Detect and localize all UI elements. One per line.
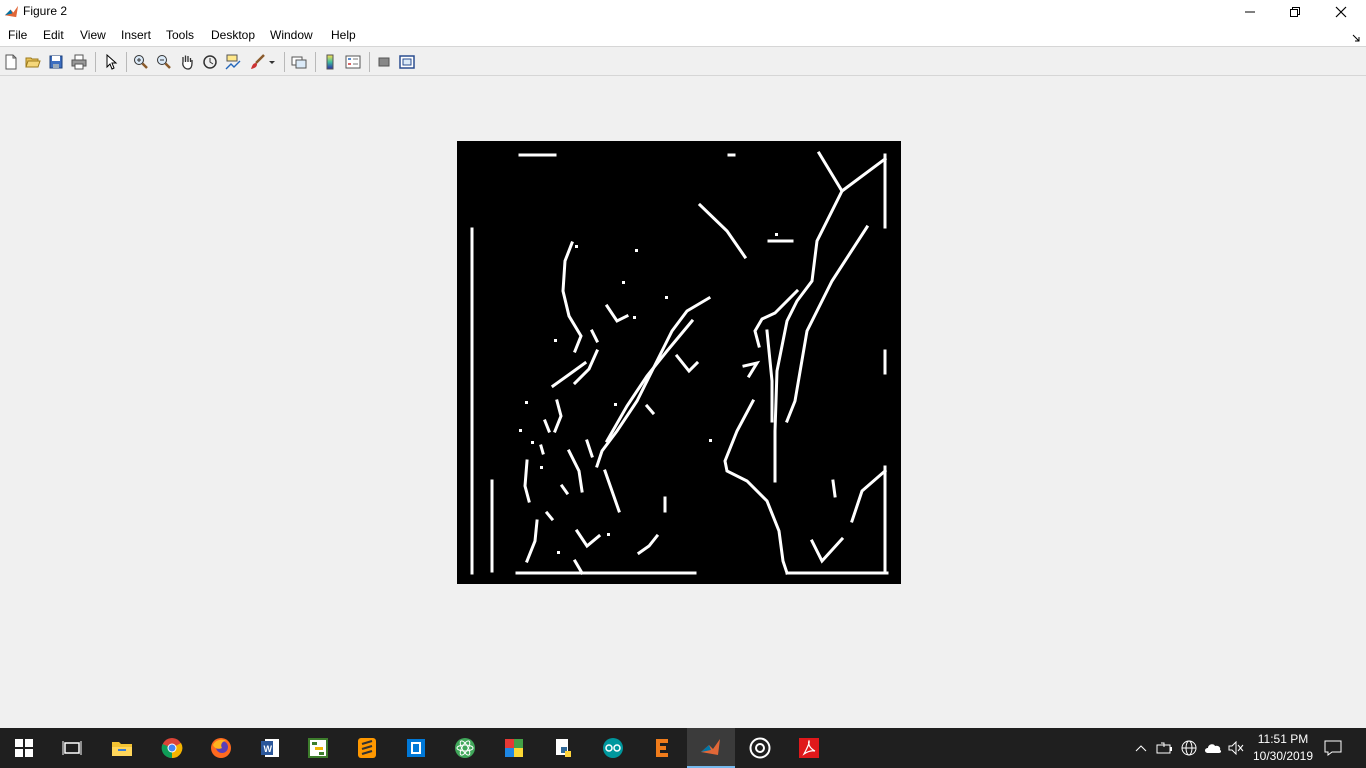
close-button[interactable] xyxy=(1318,0,1364,24)
obs-icon[interactable] xyxy=(736,728,784,768)
menu-tools[interactable]: Tools xyxy=(166,28,194,42)
firefox-icon[interactable] xyxy=(197,728,245,768)
minimize-button[interactable] xyxy=(1227,0,1273,24)
office-icon[interactable] xyxy=(490,728,538,768)
atom-icon[interactable] xyxy=(441,728,489,768)
restore-button[interactable] xyxy=(1272,0,1318,24)
notifications-icon[interactable] xyxy=(1323,738,1343,758)
menu-window[interactable]: Window xyxy=(270,28,313,42)
sublime-text-icon[interactable] xyxy=(343,728,391,768)
zoom-out-icon[interactable] xyxy=(154,52,174,72)
link-plot-icon[interactable] xyxy=(289,52,309,72)
window-title: Figure 2 xyxy=(23,4,68,18)
print-icon[interactable] xyxy=(69,52,89,72)
show-plot-tools-icon[interactable] xyxy=(397,52,417,72)
svg-text:W: W xyxy=(264,744,273,754)
toolbar-separator xyxy=(284,52,285,72)
onedrive-cloud-icon[interactable] xyxy=(1203,738,1223,758)
legend-icon[interactable] xyxy=(343,52,363,72)
word-icon[interactable]: W xyxy=(246,728,294,768)
zoom-in-icon[interactable] xyxy=(131,52,151,72)
brush-dropdown-icon[interactable] xyxy=(266,52,278,72)
new-figure-icon[interactable] xyxy=(1,52,21,72)
pointer-icon[interactable] xyxy=(101,52,121,72)
menu-insert[interactable]: Insert xyxy=(121,28,151,42)
hide-plot-tools-icon[interactable] xyxy=(374,52,394,72)
menu-desktop[interactable]: Desktop xyxy=(211,28,255,42)
toolbar-separator xyxy=(315,52,316,72)
save-icon[interactable] xyxy=(46,52,66,72)
acrobat-icon[interactable] xyxy=(785,728,833,768)
title-bar: Figure 2 xyxy=(0,0,1366,24)
chrome-icon[interactable] xyxy=(148,728,196,768)
menu-bar: File Edit View Insert Tools Desktop Wind… xyxy=(0,24,1366,47)
matlab-icon[interactable] xyxy=(4,4,19,19)
e-app-icon[interactable] xyxy=(638,728,686,768)
brush-icon[interactable] xyxy=(248,52,268,72)
file-explorer-icon[interactable] xyxy=(98,728,146,768)
colorbar-icon[interactable] xyxy=(320,52,340,72)
show-hidden-icons-icon[interactable] xyxy=(1131,738,1151,758)
project-icon[interactable] xyxy=(294,728,342,768)
edge-detection-image[interactable] xyxy=(457,141,901,584)
battery-icon[interactable] xyxy=(1155,738,1175,758)
menu-file[interactable]: File xyxy=(8,28,27,42)
menu-help[interactable]: Help xyxy=(331,28,356,42)
volume-muted-icon[interactable] xyxy=(1226,738,1246,758)
toolbar-separator xyxy=(95,52,96,72)
data-cursor-icon[interactable] xyxy=(223,52,243,72)
edge-map xyxy=(470,150,889,576)
toolbar-separator xyxy=(126,52,127,72)
network-globe-icon[interactable] xyxy=(1179,738,1199,758)
clock[interactable]: 11:51 PM 10/30/2019 xyxy=(1252,731,1314,765)
notepad-icon[interactable] xyxy=(392,728,440,768)
clock-date: 10/30/2019 xyxy=(1252,749,1314,763)
clock-time: 11:51 PM xyxy=(1257,732,1309,746)
toolbar-separator xyxy=(369,52,370,72)
task-view-icon[interactable] xyxy=(48,728,96,768)
figure-toolbar xyxy=(0,48,1366,76)
arduino-icon[interactable] xyxy=(589,728,637,768)
pan-hand-icon[interactable] xyxy=(177,52,197,72)
python-icon[interactable] xyxy=(540,728,588,768)
menu-view[interactable]: View xyxy=(80,28,106,42)
matlab-icon[interactable] xyxy=(687,728,735,768)
open-file-icon[interactable] xyxy=(23,52,43,72)
start-icon[interactable] xyxy=(0,728,48,768)
menu-edit[interactable]: Edit xyxy=(43,28,64,42)
taskbar: W 11:51 PM 10/30/2019 xyxy=(0,728,1366,768)
dock-arrow-icon[interactable] xyxy=(1352,31,1360,42)
rotate-3d-icon[interactable] xyxy=(200,52,220,72)
